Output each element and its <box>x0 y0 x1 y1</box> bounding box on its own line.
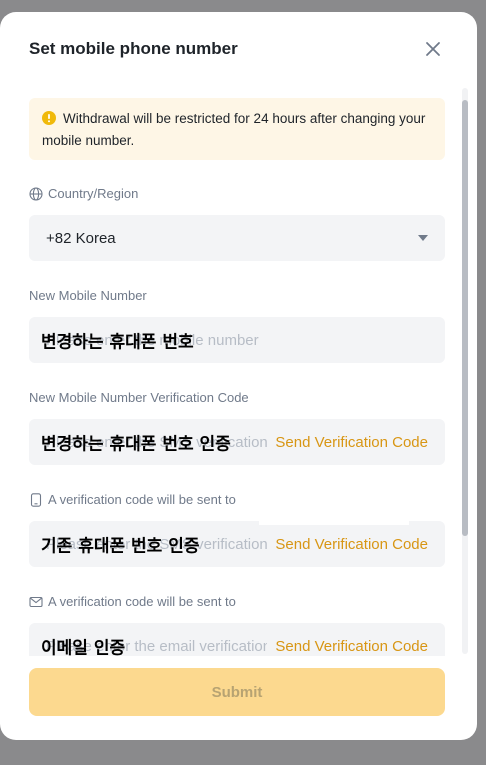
close-icon[interactable] <box>422 38 444 60</box>
masked-number-patch <box>259 519 409 525</box>
old-mobile-code-label: A verification code will be sent to <box>29 492 236 507</box>
new-mobile-label: New Mobile Number <box>29 288 147 303</box>
phone-icon <box>30 492 42 507</box>
new-mobile-code-label: New Mobile Number Verification Code <box>29 390 249 405</box>
country-value: +82 Korea <box>46 229 116 247</box>
globe-icon <box>29 186 43 201</box>
old-mobile-code-placeholder: Please enter the SMS verification code <box>46 535 268 553</box>
email-code-input[interactable]: Please enter the email verification code… <box>29 623 445 656</box>
submit-button[interactable]: Submit <box>29 668 445 716</box>
scrollbar-thumb[interactable] <box>462 100 468 536</box>
new-mobile-code-placeholder: Please enter the SMS verification code <box>46 433 268 451</box>
set-phone-modal: Set mobile phone number Withdrawal will … <box>0 12 477 740</box>
email-code-placeholder: Please enter the email verification code <box>46 637 268 655</box>
country-select[interactable]: +82 Korea <box>29 215 445 261</box>
country-region-label: Country/Region <box>29 186 138 201</box>
modal-title: Set mobile phone number <box>29 39 238 58</box>
old-mobile-code-input[interactable]: Please enter the SMS verification code S… <box>29 519 445 567</box>
new-mobile-placeholder: Please enter the mobile number <box>46 331 259 349</box>
caret-down-icon <box>418 235 428 241</box>
send-code-button-old-mobile[interactable]: Send Verification Code <box>275 536 428 553</box>
form-scroll-area[interactable]: Withdrawal will be restricted for 24 hou… <box>0 74 477 656</box>
send-code-button-email[interactable]: Send Verification Code <box>275 638 428 655</box>
notice-text: Withdrawal will be restricted for 24 hou… <box>42 111 426 148</box>
new-mobile-input[interactable]: Please enter the mobile number 변경하는 휴대폰 … <box>29 317 445 363</box>
warning-notice: Withdrawal will be restricted for 24 hou… <box>29 98 445 160</box>
mail-icon <box>29 596 43 607</box>
email-code-label: A verification code will be sent to <box>29 594 236 609</box>
warning-icon <box>42 111 56 125</box>
new-mobile-code-input[interactable]: Please enter the SMS verification code S… <box>29 419 445 465</box>
send-code-button-new-mobile[interactable]: Send Verification Code <box>275 434 428 451</box>
